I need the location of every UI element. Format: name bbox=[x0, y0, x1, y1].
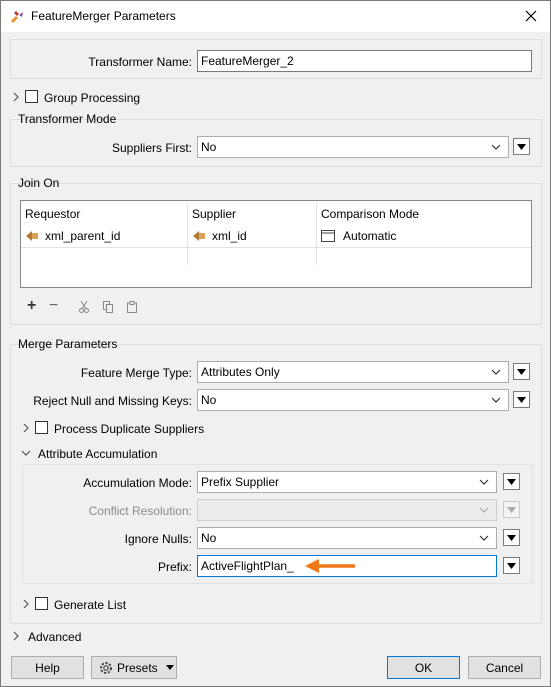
generate-list-label: Generate List bbox=[54, 598, 127, 612]
chevron-right-icon[interactable] bbox=[21, 599, 31, 609]
triangle-down-icon bbox=[517, 368, 526, 375]
process-duplicate-checkbox[interactable] bbox=[35, 421, 48, 434]
chevron-down-icon bbox=[479, 535, 489, 541]
supplier-cell[interactable]: xml_id bbox=[192, 229, 247, 243]
remove-row-button[interactable]: − bbox=[49, 297, 58, 315]
chevron-right-icon[interactable] bbox=[21, 423, 31, 433]
column-divider bbox=[316, 203, 317, 265]
transformer-name-input[interactable]: FeatureMerger_2 bbox=[197, 50, 532, 72]
annotation-arrow-icon bbox=[305, 559, 355, 573]
copy-icon[interactable] bbox=[103, 301, 113, 313]
prefix-menu-button[interactable] bbox=[503, 557, 520, 574]
triangle-down-icon bbox=[507, 506, 516, 513]
attribute-accumulation-label[interactable]: Attribute Accumulation bbox=[38, 447, 157, 461]
ignore-nulls-menu-button[interactable] bbox=[503, 529, 520, 546]
supplier-value: xml_id bbox=[212, 229, 247, 243]
conflict-resolution-label: Conflict Resolution: bbox=[88, 504, 192, 518]
attribute-icon bbox=[26, 231, 38, 241]
group-processing-label: Group Processing bbox=[44, 91, 141, 105]
column-header-comparison-mode[interactable]: Comparison Mode bbox=[321, 207, 419, 221]
join-on-table[interactable]: Requestor Supplier Comparison Mode xml_p… bbox=[20, 200, 532, 288]
add-row-button[interactable]: + bbox=[27, 297, 36, 315]
transformer-mode-title: Transformer Mode bbox=[18, 112, 117, 126]
paste-icon[interactable] bbox=[127, 301, 137, 313]
featuremerger-app-icon bbox=[11, 11, 23, 23]
accumulation-mode-menu-button[interactable] bbox=[503, 473, 520, 490]
reject-null-menu-button[interactable] bbox=[513, 391, 530, 408]
dialog-window: FeatureMerger Parameters Transformer Nam… bbox=[0, 0, 551, 687]
advanced-label[interactable]: Advanced bbox=[28, 630, 81, 644]
reject-null-label: Reject Null and Missing Keys: bbox=[33, 394, 192, 408]
process-duplicate-label: Process Duplicate Suppliers bbox=[54, 422, 205, 436]
prefix-label: Prefix: bbox=[157, 560, 192, 574]
transformer-name-label: Transformer Name: bbox=[88, 55, 192, 69]
reject-null-value: No bbox=[201, 393, 217, 407]
accumulation-mode-select[interactable]: Prefix Supplier bbox=[197, 471, 497, 493]
generate-list-checkbox[interactable] bbox=[35, 597, 48, 610]
presets-label: Presets bbox=[117, 660, 158, 675]
suppliers-first-select[interactable]: No bbox=[197, 136, 509, 158]
ignore-nulls-value: No bbox=[201, 531, 217, 545]
window-icon bbox=[321, 230, 335, 242]
join-on-title: Join On bbox=[18, 176, 60, 190]
close-button[interactable] bbox=[516, 3, 546, 29]
suppliers-first-menu-button[interactable] bbox=[513, 138, 530, 155]
suppliers-first-label: Suppliers First: bbox=[111, 141, 192, 155]
window-title: FeatureMerger Parameters bbox=[31, 9, 176, 23]
merge-parameters-title: Merge Parameters bbox=[18, 337, 118, 351]
column-header-requestor[interactable]: Requestor bbox=[25, 207, 80, 221]
row-divider bbox=[21, 247, 531, 248]
triangle-down-icon bbox=[507, 478, 516, 485]
cut-icon[interactable] bbox=[79, 301, 89, 313]
ignore-nulls-select[interactable]: No bbox=[197, 527, 497, 549]
feature-merge-type-value: Attributes Only bbox=[201, 365, 280, 379]
conflict-resolution-select[interactable] bbox=[197, 499, 497, 521]
chevron-down-icon bbox=[479, 479, 489, 485]
comparison-mode-cell[interactable]: Automatic bbox=[321, 229, 396, 243]
accumulation-mode-value: Prefix Supplier bbox=[201, 475, 280, 489]
chevron-down-icon bbox=[491, 369, 501, 375]
triangle-down-icon bbox=[507, 562, 516, 569]
feature-merge-type-select[interactable]: Attributes Only bbox=[197, 361, 509, 383]
ok-button[interactable]: OK bbox=[387, 656, 460, 679]
reject-null-select[interactable]: No bbox=[197, 389, 509, 411]
comparison-mode-value: Automatic bbox=[343, 229, 397, 243]
feature-merge-type-label: Feature Merge Type: bbox=[80, 366, 192, 380]
close-icon bbox=[525, 10, 537, 22]
chevron-right-icon[interactable] bbox=[11, 92, 21, 102]
triangle-down-icon bbox=[507, 534, 516, 541]
accumulation-mode-label: Accumulation Mode: bbox=[83, 476, 192, 490]
chevron-right-icon[interactable] bbox=[11, 631, 21, 641]
chevron-down-icon bbox=[479, 507, 489, 513]
column-divider bbox=[187, 203, 188, 265]
attribute-icon bbox=[193, 231, 205, 241]
cancel-button[interactable]: Cancel bbox=[468, 656, 541, 679]
column-header-supplier[interactable]: Supplier bbox=[192, 207, 236, 221]
chevron-down-icon bbox=[491, 144, 501, 150]
triangle-down-icon bbox=[517, 143, 526, 150]
group-processing-checkbox[interactable] bbox=[25, 90, 38, 103]
triangle-down-icon bbox=[517, 396, 526, 403]
conflict-resolution-menu-button[interactable] bbox=[503, 501, 520, 518]
requestor-cell[interactable]: xml_parent_id bbox=[25, 229, 120, 243]
chevron-down-icon bbox=[491, 397, 501, 403]
presets-button[interactable]: Presets bbox=[91, 656, 177, 679]
gear-icon bbox=[100, 661, 112, 674]
chevron-down-icon[interactable] bbox=[21, 448, 31, 458]
feature-merge-type-menu-button[interactable] bbox=[513, 363, 530, 380]
requestor-value: xml_parent_id bbox=[45, 229, 121, 243]
help-button[interactable]: Help bbox=[11, 656, 84, 679]
ignore-nulls-label: Ignore Nulls: bbox=[124, 532, 192, 546]
triangle-down-icon bbox=[165, 665, 174, 670]
suppliers-first-value: No bbox=[201, 140, 217, 154]
title-bar: FeatureMerger Parameters bbox=[1, 1, 550, 32]
